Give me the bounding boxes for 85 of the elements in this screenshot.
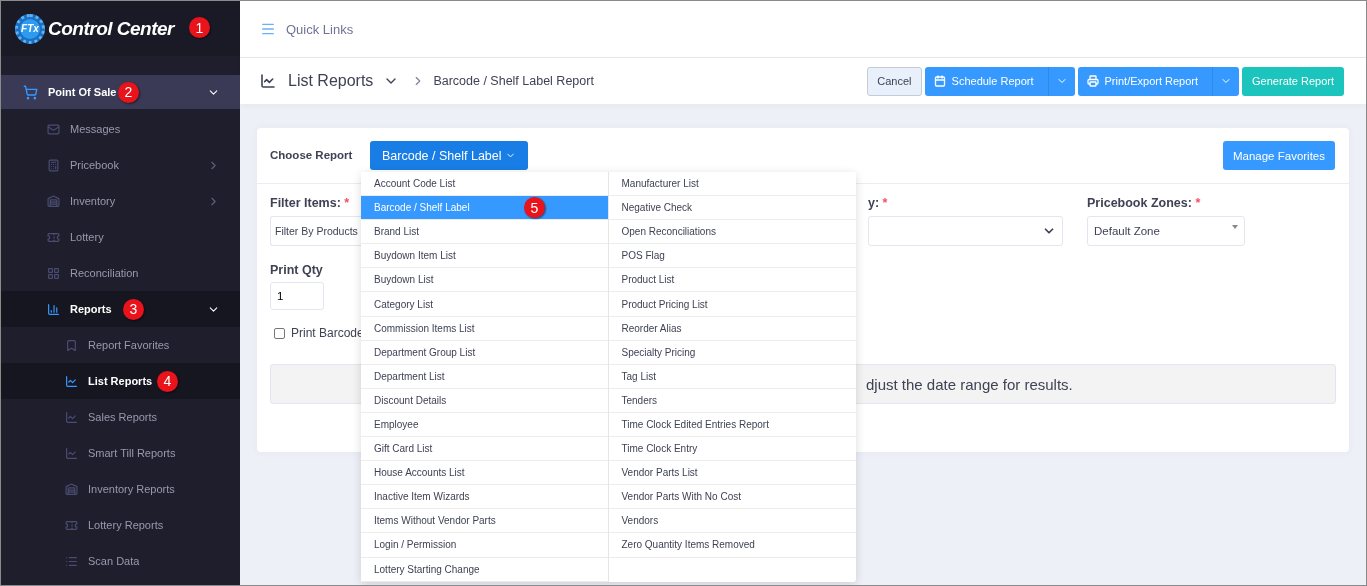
sidebar-item[interactable]: Report Favorites	[1, 327, 240, 363]
grid-icon	[47, 266, 60, 280]
dropdown-item[interactable]: Specialty Pricing	[608, 340, 856, 365]
dropdown-item[interactable]: Vendor Parts With No Cost	[608, 485, 856, 510]
pricebook-zone-select[interactable]: Default Zone	[1087, 216, 1245, 246]
dropdown-item[interactable]: Reorder Alias	[608, 316, 856, 341]
printer-icon	[1086, 75, 1099, 87]
select-field[interactable]	[868, 216, 1063, 246]
calculator-icon	[47, 158, 60, 172]
callout-badge: 2	[118, 81, 139, 103]
sidebar-item[interactable]: Sales Reports	[1, 399, 240, 435]
dropdown-item[interactable]: Negative Check	[608, 196, 856, 221]
dropdown-item[interactable]: Category List	[361, 292, 608, 317]
callout-badge: 5	[524, 197, 545, 219]
sidebar-item[interactable]: Lottery	[1, 219, 240, 255]
dropdown-item[interactable]: POS Flag	[608, 244, 856, 269]
sidebar-item[interactable]: Smart Till Reports	[1, 435, 240, 471]
dropdown-item[interactable]: Commission Items List	[361, 316, 608, 341]
dropdown-item[interactable]: Product List	[608, 268, 856, 293]
dropdown-item[interactable]: Vendor Parts List	[608, 461, 856, 486]
dropdown-item[interactable]: Buydown List	[361, 268, 608, 293]
sidebar-item[interactable]: Inventory Reports	[1, 471, 240, 507]
sidebar-item[interactable]: Reports 3	[1, 291, 240, 327]
cancel-button[interactable]: Cancel	[867, 66, 922, 96]
dropdown-item[interactable]: Account Code List	[361, 172, 608, 197]
field-label: Pricebook Zones: *	[1087, 196, 1202, 210]
sidebar-item[interactable]: Messages	[1, 111, 240, 147]
line-chart-icon	[65, 374, 78, 388]
choose-report-label: Choose Report	[270, 149, 354, 161]
dropdown-item[interactable]: Lottery Starting Change	[361, 557, 608, 582]
dropdown-item[interactable]: Gift Card List	[361, 437, 608, 462]
warehouse-icon	[65, 482, 78, 496]
print-qty-input[interactable]: 1	[270, 282, 324, 310]
print-qty-label: Print Qty	[270, 263, 324, 277]
sidebar-item[interactable]: Lottery Reports	[1, 507, 240, 543]
calendar-icon	[933, 75, 946, 87]
page-title: List Reports	[288, 72, 374, 90]
warehouse-icon	[47, 194, 60, 208]
report-dropdown-button[interactable]: Barcode / Shelf Label	[370, 141, 528, 170]
dropdown-item[interactable]: Brand List	[361, 220, 608, 245]
dropdown-item[interactable]: Tag List	[608, 364, 856, 389]
dropdown-item[interactable]: Department List	[361, 364, 608, 389]
dropdown-item[interactable]: Open Reconciliations	[608, 220, 856, 245]
dropdown-item[interactable]: House Accounts List	[361, 461, 608, 486]
dropdown-item[interactable]: Department Group List	[361, 340, 608, 365]
callout-badge: 4	[157, 370, 178, 392]
line-chart-icon	[65, 446, 78, 460]
dropdown-item[interactable]: Manufacturer List	[608, 172, 856, 197]
dropdown-item[interactable]: Discount Details	[361, 388, 608, 413]
dropdown-item[interactable]: Vendors	[608, 509, 856, 534]
bookmark-icon	[65, 338, 78, 352]
cart-icon	[23, 84, 38, 100]
list-icon	[65, 554, 78, 568]
app-title: Control Center	[48, 17, 174, 40]
dropdown-item[interactable]: Time Clock Edited Entries Report	[608, 412, 856, 438]
dropdown-item[interactable]: Time Clock Entry	[608, 437, 856, 462]
dropdown-item[interactable]: Product Pricing List	[608, 292, 856, 317]
field-label: Filter Items: *	[270, 196, 351, 210]
dropdown-item[interactable]: Zero Quantity Items Removed	[608, 533, 856, 558]
logo-mark: FTx	[15, 13, 45, 44]
ticket-icon	[47, 230, 60, 244]
sidebar-item[interactable]: Pricebook	[1, 147, 240, 183]
line-chart-icon	[260, 73, 276, 89]
dropdown-item[interactable]: Inactive Item Wizards	[361, 485, 608, 510]
menu-icon[interactable]	[260, 21, 276, 37]
breadcrumb: Barcode / Shelf Label Report	[433, 74, 594, 88]
ticket-icon	[65, 518, 78, 532]
dropdown-item[interactable]: Employee	[361, 412, 608, 438]
dropdown-item[interactable]: Items Without Vendor Parts	[361, 509, 608, 534]
dropdown-item[interactable]: Buydown Item List	[361, 244, 608, 269]
envelope-icon	[47, 122, 60, 136]
dropdown-item[interactable]: Login / Permission	[361, 533, 608, 558]
field-label: y: *	[868, 196, 889, 210]
sidebar-item[interactable]: Scan Data	[1, 543, 240, 579]
callout-badge: 3	[123, 298, 144, 320]
dropdown-item[interactable]: Tenders	[608, 388, 856, 413]
sidebar-item[interactable]: List Reports 4	[1, 363, 240, 399]
sidebar-item[interactable]: Inventory	[1, 183, 240, 219]
quick-links-link[interactable]: Quick Links	[286, 21, 354, 37]
sidebar-item[interactable]: Reconciliation	[1, 255, 240, 291]
bar-chart-icon	[47, 302, 60, 316]
callout-badge: 1	[189, 17, 210, 38]
dropdown-item[interactable]: Barcode / Shelf Label 5	[361, 196, 608, 221]
sidebar-item[interactable]: Point Of Sale 2	[1, 75, 240, 109]
line-chart-icon	[65, 410, 78, 424]
